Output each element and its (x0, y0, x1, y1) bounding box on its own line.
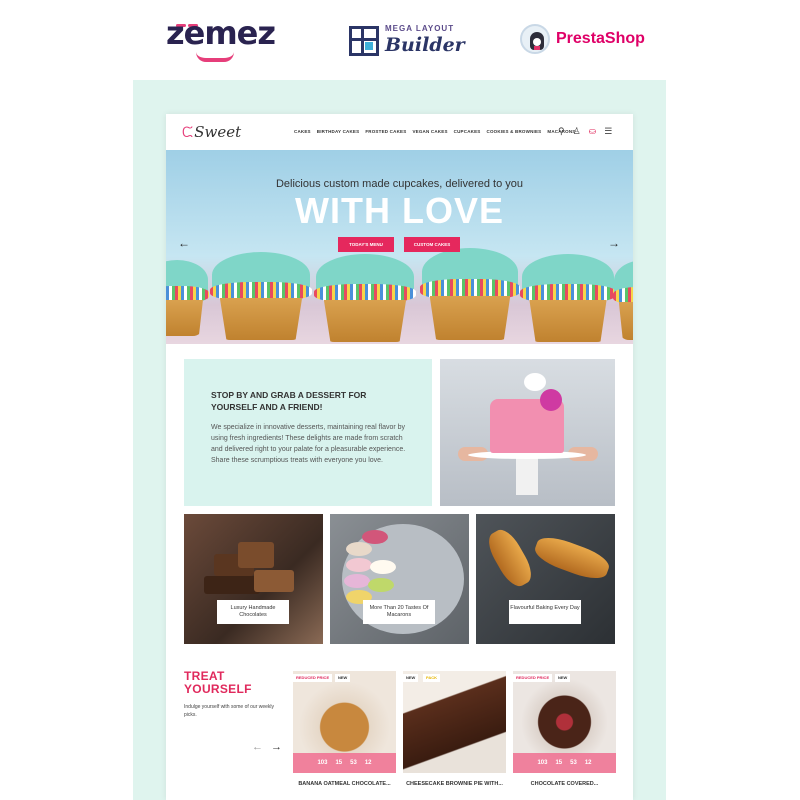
hero-title: WITH LOVE (295, 190, 504, 231)
hero-subtitle: Delicious custom made cupcakes, delivere… (275, 178, 523, 190)
countdown-seconds: 12 (364, 760, 372, 766)
cupcake-image (210, 252, 312, 340)
mlb-subtitle: Builder (385, 34, 465, 56)
vendor-banner: zemez MEGA LAYOUT Builder PrestaShop (0, 0, 800, 80)
promo-heading: STOP BY AND GRAB A DESSERT FOR YOURSELF … (211, 390, 367, 412)
carousel-prev-arrow-icon[interactable]: ← (252, 741, 263, 753)
countdown-days: 103 (537, 760, 548, 766)
site-logo-text: Sweet (194, 123, 242, 141)
main-menu: CAKES BIRTHDAY CAKES FROSTED CAKES VEGAN… (294, 129, 575, 134)
promo-text: We specialize in innovative desserts, ma… (211, 424, 406, 464)
penguin-icon (520, 24, 550, 54)
countdown-timer: 103 15 53 12 (513, 753, 616, 773)
prestashop-name: PrestaShop (556, 30, 645, 47)
product-image (403, 671, 506, 773)
carousel-next-arrow-icon[interactable]: → (271, 741, 282, 753)
slider-prev-arrow-icon[interactable]: ← (178, 236, 190, 250)
cupcake-image (314, 254, 416, 342)
tile-label: Flavourful Baking Every Day (509, 600, 581, 624)
header-icons: ⚲ ♙ ⛀ ☰ (558, 126, 612, 136)
countdown-minutes: 53 (570, 760, 577, 766)
new-badge: NEW (335, 674, 351, 682)
product-card[interactable]: NEW PACK (403, 671, 506, 773)
product-card[interactable]: REDUCED PRICE NEW 103 15 53 12 (513, 671, 616, 773)
countdown-days: 103 (317, 760, 328, 766)
category-tile-macarons[interactable]: More Than 20 Tastes Of Macarons (330, 514, 469, 644)
store-page: ᙅSweet CAKES BIRTHDAY CAKES FROSTED CAKE… (166, 114, 633, 800)
user-icon[interactable]: ♙ (573, 126, 581, 136)
slider-next-arrow-icon[interactable]: → (608, 236, 620, 250)
product-name[interactable]: CHEESECAKE BROWNIE PIE WITH... (403, 781, 506, 787)
menu-item-cookies-brownies[interactable]: COOKIES & BROWNIES (487, 129, 542, 134)
cart-icon[interactable]: ⛀ (589, 126, 597, 136)
product-name[interactable]: CHOCOLATE COVERED... (513, 781, 616, 787)
countdown-timer: 103 15 53 12 (293, 753, 396, 773)
zemez-logo: zemez (166, 14, 276, 52)
countdown-hours: 15 (555, 760, 563, 766)
product-name[interactable]: BANANA OATMEAL CHOCOLATE... (293, 781, 396, 787)
mega-layout-builder-logo: MEGA LAYOUT Builder (349, 22, 469, 58)
zemez-logo-smile (196, 52, 234, 62)
countdown-minutes: 53 (350, 760, 357, 766)
cupcake-image (420, 248, 520, 340)
menu-item-cupcakes[interactable]: CUPCAKES (454, 129, 481, 134)
menu-icon[interactable]: ☰ (604, 126, 612, 136)
carousel-arrows: ← → (252, 741, 290, 753)
mlb-title: MEGA LAYOUT (385, 24, 455, 33)
cupcake-image (166, 260, 210, 336)
treat-heading: TREAT YOURSELF (184, 670, 252, 696)
reduced-price-badge: REDUCED PRICE (513, 674, 553, 682)
search-icon[interactable]: ⚲ (558, 126, 565, 136)
tile-label: More Than 20 Tastes Of Macarons (363, 600, 435, 624)
promo-block: STOP BY AND GRAB A DESSERT FOR YOURSELF … (184, 359, 432, 506)
countdown-seconds: 12 (584, 760, 592, 766)
tile-label: Luxury Handmade Chocolates (217, 600, 289, 624)
new-badge: NEW (403, 674, 419, 682)
site-header: ᙅSweet CAKES BIRTHDAY CAKES FROSTED CAKE… (166, 114, 633, 150)
treat-text: Indulge yourself with some of our weekly… (184, 704, 275, 718)
treat-heading-line-2: YOURSELF (184, 682, 252, 696)
site-logo[interactable]: ᙅSweet (182, 123, 241, 141)
product-card[interactable]: REDUCED PRICE NEW 103 15 53 12 (293, 671, 396, 773)
menu-item-vegan-cakes[interactable]: VEGAN CAKES (412, 129, 447, 134)
category-tile-baking[interactable]: Flavourful Baking Every Day (476, 514, 615, 644)
new-badge: NEW (555, 674, 571, 682)
menu-item-cakes[interactable]: CAKES (294, 129, 311, 134)
menu-item-frosted-cakes[interactable]: FROSTED CAKES (365, 129, 406, 134)
custom-cakes-button[interactable]: CUSTOM CAKES (404, 237, 460, 252)
grid-icon (349, 26, 379, 56)
cake-image (440, 359, 615, 506)
hero-slider: Delicious custom made cupcakes, delivere… (166, 150, 633, 344)
cupcake-image (612, 260, 633, 340)
menu-item-birthday-cakes[interactable]: BIRTHDAY CAKES (317, 129, 360, 134)
reduced-price-badge: REDUCED PRICE (293, 674, 333, 682)
cupcake-image (520, 254, 616, 342)
pack-badge: PACK (423, 674, 441, 682)
logo-icon: ᙅ (182, 125, 194, 141)
todays-menu-button[interactable]: TODAY'S MENU (338, 237, 394, 252)
countdown-hours: 15 (335, 760, 343, 766)
category-tile-chocolates[interactable]: Luxury Handmade Chocolates (184, 514, 323, 644)
